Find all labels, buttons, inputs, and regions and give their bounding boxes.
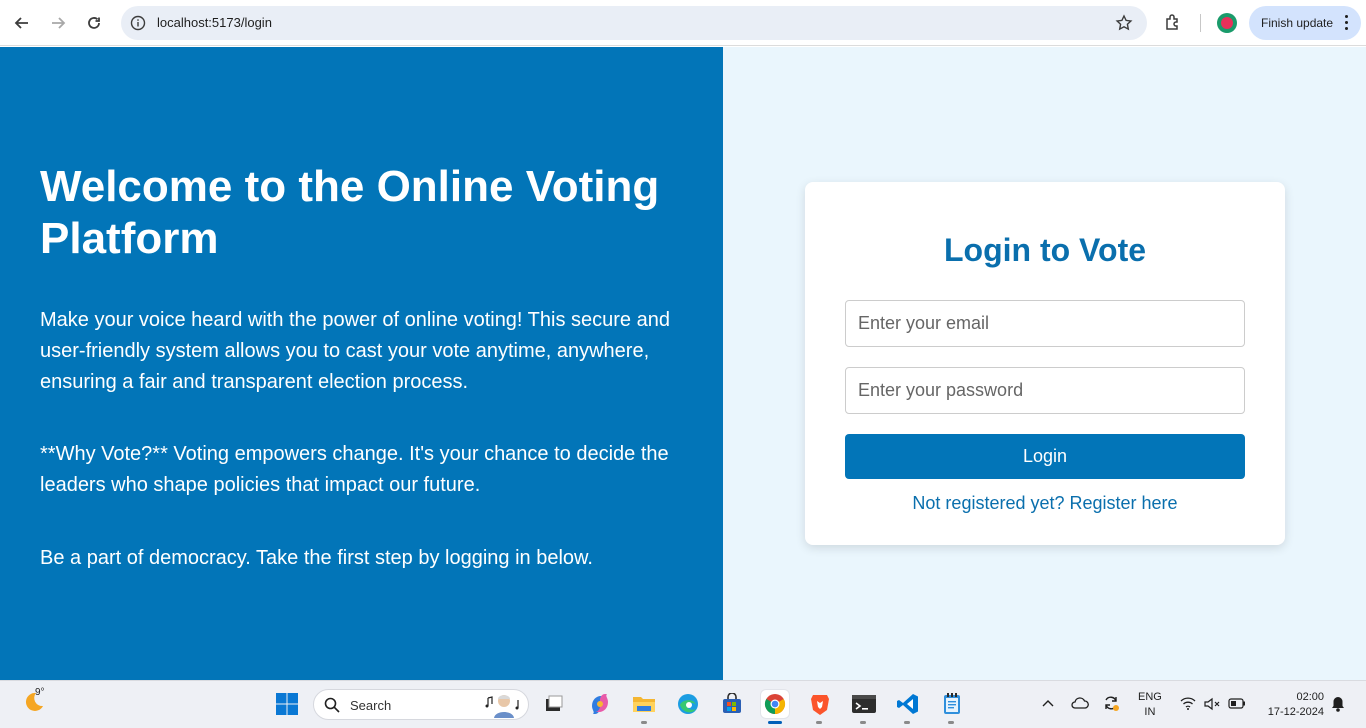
- profile-avatar[interactable]: [1217, 13, 1237, 33]
- language-code: ENG: [1138, 691, 1162, 703]
- hero-paragraph-intro: Make your voice heard with the power of …: [40, 309, 670, 393]
- hero-paragraph-why-vote: **Why Vote?** Voting empowers change. It…: [40, 443, 669, 496]
- register-link[interactable]: Not registered yet? Register here: [805, 493, 1285, 514]
- weather-temperature: 9°: [35, 687, 45, 698]
- chrome-browser-icon: [764, 694, 786, 715]
- terminal-running-indicator: [860, 721, 866, 724]
- taskbar-file-explorer[interactable]: [630, 690, 658, 718]
- system-clock[interactable]: 02:00 17-12-2024: [1258, 690, 1324, 720]
- login-title: Login to Vote: [943, 232, 1147, 268]
- brave-running-indicator: [816, 721, 822, 724]
- email-field[interactable]: [845, 300, 1245, 347]
- hero-paragraph-cta: Be a part of democracy. Take the first s…: [40, 547, 593, 569]
- language-indicator[interactable]: ENG IN: [1138, 690, 1162, 720]
- address-bar[interactable]: localhost:5173/login: [121, 6, 1147, 40]
- sync-icon[interactable]: [1102, 694, 1120, 712]
- forward-button[interactable]: [44, 9, 72, 37]
- menu-dots-icon: [1345, 15, 1349, 33]
- speaker-muted-icon[interactable]: [1203, 697, 1221, 711]
- chrome-active-indicator: [768, 721, 782, 724]
- password-field[interactable]: [845, 367, 1245, 414]
- reload-button[interactable]: [80, 9, 108, 37]
- notepad-running-indicator: [948, 721, 954, 724]
- taskbar-copilot[interactable]: [586, 690, 614, 718]
- windows-logo-icon: [276, 693, 298, 715]
- site-info-icon[interactable]: [130, 15, 146, 31]
- notepad-icon: [944, 693, 960, 714]
- language-region: IN: [1144, 706, 1156, 718]
- edge-browser-icon: [678, 694, 698, 714]
- login-panel: Login to Vote Login Not registered yet? …: [723, 47, 1366, 680]
- clock-date: 17-12-2024: [1267, 706, 1324, 718]
- hero-panel: Welcome to the Online Voting Platform Ma…: [0, 47, 723, 680]
- toolbar-divider: [1200, 14, 1201, 32]
- search-label: Search: [350, 698, 392, 713]
- copilot-icon: [592, 694, 608, 714]
- taskbar-chrome[interactable]: [761, 690, 789, 718]
- taskbar: 9° Search ENG IN 02:00 17-12-2024: [0, 680, 1366, 728]
- login-card: Login to Vote Login Not registered yet? …: [805, 182, 1285, 545]
- start-button[interactable]: [273, 690, 301, 718]
- extensions-icon[interactable]: [1163, 12, 1183, 32]
- forward-arrow-icon: [52, 17, 66, 29]
- onedrive-cloud-icon[interactable]: [1071, 696, 1089, 710]
- chevron-up-icon[interactable]: [1042, 698, 1054, 708]
- vscode-icon: [897, 694, 918, 714]
- taskbar-edge[interactable]: [674, 690, 702, 718]
- back-button[interactable]: [8, 9, 36, 37]
- back-arrow-icon: [14, 17, 28, 29]
- clock-time: 02:00: [1296, 691, 1324, 703]
- browser-toolbar: localhost:5173/login Finish update: [0, 0, 1366, 46]
- reload-icon: [88, 17, 100, 29]
- login-button[interactable]: Login: [845, 434, 1245, 479]
- taskbar-store[interactable]: [718, 690, 746, 718]
- hero-title: Welcome to the Online Voting Platform: [40, 162, 660, 263]
- taskbar-search[interactable]: Search: [313, 689, 529, 720]
- notification-bell-icon[interactable]: [1331, 696, 1345, 712]
- search-icon: [324, 697, 340, 713]
- bookmark-star-icon[interactable]: [1115, 14, 1133, 32]
- taskbar-terminal[interactable]: [850, 690, 878, 718]
- search-highlight-image: [485, 695, 519, 718]
- finish-update-label: Finish update: [1261, 16, 1334, 30]
- store-bag-icon: [723, 693, 741, 713]
- brave-browser-icon: [811, 695, 829, 715]
- folder-icon: [633, 697, 655, 712]
- taskbar-brave[interactable]: [806, 690, 834, 718]
- taskbar-vscode[interactable]: [894, 690, 922, 718]
- terminal-icon: [852, 695, 876, 713]
- taskbar-notepad[interactable]: [938, 690, 966, 718]
- finish-update-button[interactable]: Finish update: [1249, 6, 1361, 40]
- url-text: localhost:5173/login: [157, 15, 272, 30]
- task-view-icon: [546, 695, 563, 711]
- wifi-icon[interactable]: [1180, 697, 1196, 710]
- battery-icon[interactable]: [1228, 698, 1246, 709]
- vscode-running-indicator: [904, 721, 910, 724]
- taskbar-task-view[interactable]: [540, 690, 568, 718]
- file-explorer-running-indicator: [641, 721, 647, 724]
